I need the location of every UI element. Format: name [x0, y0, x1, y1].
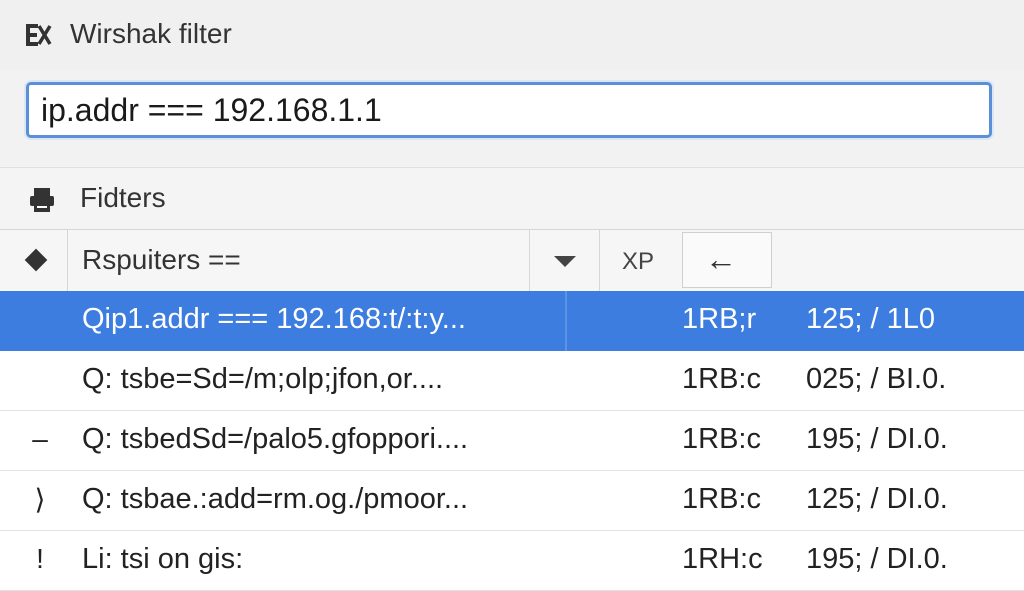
diamond-icon [24, 248, 48, 272]
row-col3: 195; / DI.0. [806, 543, 948, 575]
row-name: Q: tsbe=Sd=/m;olp;jfon,or.... [82, 363, 444, 395]
row-marker: – [32, 423, 48, 454]
saved-filter-label: Rspuiters == [82, 244, 241, 275]
row-col2: 1RB:c [682, 483, 761, 515]
row-name: Li: tsi on gis: [82, 543, 244, 575]
row-col2: 1RB:c [682, 363, 761, 395]
saved-filter-combo[interactable]: Rspuiters == [68, 230, 530, 292]
arrow-left-icon: ← [705, 241, 737, 277]
row-marker: ! [36, 543, 44, 574]
row-name: Q: tsbae.:add=rm.og./pmoor... [82, 483, 469, 515]
bookmark-button[interactable] [0, 230, 68, 292]
row-col3: 125; / 1L0 [806, 303, 935, 335]
list-item[interactable]: ⟩ Q: tsbae.:add=rm.og./pmoor... 1RB:c 12… [0, 471, 1024, 531]
row-col3: 025; / BI.0. [806, 363, 947, 395]
row-col2: 1RB:c [682, 423, 761, 455]
filter-dropdown-button[interactable] [530, 230, 600, 292]
list-item[interactable]: Q: tsbe=Sd=/m;olp;jfon,or.... 1RB:c 025;… [0, 351, 1024, 411]
row-col3: 195; / DI.0. [806, 423, 948, 455]
row-marker: ⟩ [34, 484, 46, 515]
filters-bar[interactable]: Fidters [0, 167, 1024, 230]
row-col2: 1RH:c [682, 543, 763, 575]
chevron-down-icon [554, 256, 576, 267]
filter-toolbar: Rspuiters == XP ← [0, 229, 1024, 293]
filters-label: Fidters [80, 182, 166, 213]
row-col3: 125; / DI.0. [806, 483, 948, 515]
xp-label: XP [622, 248, 655, 275]
row-col2: 1RB;r [682, 303, 757, 335]
list-item[interactable]: ! Li: tsi on gis: 1RH:c 195; / DI.0. [0, 531, 1024, 591]
back-button[interactable]: ← [682, 232, 772, 288]
window-title: Wirshak filter [70, 18, 232, 49]
printer-icon [30, 188, 54, 212]
list-item[interactable]: – Q: tsbedSd=/palo5.gfoppori.... 1RB:c 1… [0, 411, 1024, 471]
list-item[interactable]: Qip1.addr === 192.168:t/:t:y... 1RB;r 12… [0, 291, 1024, 351]
row-name: Q: tsbedSd=/palo5.gfoppori.... [82, 423, 469, 455]
app-logo-icon [26, 24, 52, 46]
title-bar: Wirshak filter [0, 0, 1024, 70]
display-filter-input[interactable] [26, 82, 992, 138]
xp-button[interactable]: XP [600, 230, 682, 292]
column-divider [565, 291, 567, 351]
row-name: Qip1.addr === 192.168:t/:t:y... [82, 303, 466, 335]
